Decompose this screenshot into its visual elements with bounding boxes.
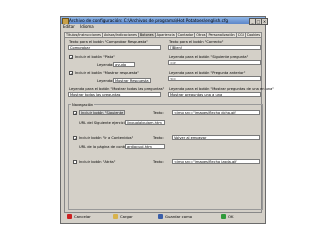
load-button[interactable]: Cargar	[113, 213, 133, 221]
show-answer-checkbox-label: Incluir el botón "Mostrar respuesta"	[75, 71, 139, 75]
next-exercise-checkbox-label: Incluir botón "Siguiente Ejercicio"	[79, 110, 125, 115]
contents-text-input[interactable]: Volver al empezar	[172, 135, 260, 140]
check-button-label: Texto para el botón "Comprobar Respuesta…	[69, 40, 148, 44]
pista-checkbox-label: Incluir el botón "Pista"	[75, 55, 115, 59]
next-question-label: Leyenda para el botón "Siguiente pregunt…	[169, 55, 249, 59]
folder-icon	[113, 214, 118, 219]
botones-panel: Texto para el botón "Comprobar Respuesta…	[64, 37, 274, 213]
contents-url-input[interactable]: ardiacuol.htm	[125, 144, 165, 149]
next-exercise-text-input[interactable]: <img src="images/flecha dcha.gif	[172, 110, 260, 115]
back-checkbox-label: Incluir botón "Atrás"	[79, 160, 116, 164]
next-exercise-checkbox[interactable]: ✓	[73, 111, 77, 116]
correct-button-label: Texto para el botón "Correcto"	[169, 40, 224, 44]
previous-question-input[interactable]: <=	[168, 76, 261, 81]
next-exercise-text-label: Texto:	[153, 111, 164, 115]
pista-leyenda-input[interactable]: ayuda	[113, 62, 135, 67]
show-all-input[interactable]: Mostrar todas las preguntas	[68, 92, 161, 97]
cancel-icon	[67, 214, 72, 219]
load-button-label: Cargar	[120, 214, 133, 219]
contents-checkbox[interactable]: ✓	[73, 136, 77, 141]
save-as-button[interactable]: Guardar como	[158, 213, 192, 221]
show-answer-checkbox[interactable]: ✓	[69, 71, 73, 76]
menu-idioma[interactable]: Idioma	[80, 24, 94, 29]
next-question-input[interactable]: =>	[168, 60, 261, 65]
correct-button-input[interactable]: []Bien!	[168, 45, 261, 50]
next-url-input[interactable]: lingualalquiam.htm	[125, 120, 165, 125]
show-answer-leyenda-input[interactable]: Mostrar Respuesta	[113, 78, 151, 83]
cancel-button-label: Cancelar	[74, 214, 91, 219]
contents-checkbox-label: Incluir botón "Ir a Contenidos"	[79, 136, 134, 140]
show-one-input[interactable]: Mostrar preguntas una a una	[168, 92, 261, 97]
menu-editar[interactable]: Editar	[63, 24, 75, 29]
disk-icon	[158, 214, 163, 219]
navigation-group: Navegación ✓ Incluir botón "Siguiente Ej…	[68, 103, 263, 210]
ok-button[interactable]: OK	[221, 213, 233, 221]
window-title: Archivo de configuración: C:\Archivos de…	[69, 18, 229, 23]
back-text-label: Texto:	[153, 160, 164, 164]
title-bar: Archivo de configuración: C:\Archivos de…	[61, 17, 265, 24]
previous-question-label: Leyenda para el botón "Pregunta anterior…	[169, 71, 246, 75]
show-all-label: Leyenda para el botón "Mostrar todas las…	[69, 87, 165, 91]
check-icon	[221, 214, 226, 219]
show-answer-leyenda-label: Leyenda:	[97, 79, 114, 83]
check-button-input[interactable]: Comprobar	[68, 45, 161, 50]
button-row: Cancelar Cargar Guardar como OK	[61, 213, 267, 221]
back-checkbox[interactable]	[73, 160, 77, 164]
back-text-input[interactable]: <img src="images/flecha izqda.gif	[172, 159, 260, 164]
save-as-button-label: Guardar como	[165, 214, 193, 219]
show-one-label: Leyenda para el botón "Mostrar preguntas…	[169, 87, 275, 91]
pista-checkbox[interactable]: ✓	[69, 55, 73, 60]
navigation-group-label: Navegación	[71, 103, 95, 107]
cancel-button[interactable]: Cancelar	[67, 213, 91, 221]
contents-text-label: Texto:	[153, 136, 164, 140]
pista-leyenda-label: Leyenda:	[97, 63, 114, 67]
menu-bar: Editar Idioma	[61, 24, 265, 30]
next-url-label: URL del Siguiente ejercicio:	[79, 121, 129, 125]
ok-button-label: OK	[228, 214, 234, 219]
config-window: Archivo de configuración: C:\Archivos de…	[60, 16, 274, 224]
